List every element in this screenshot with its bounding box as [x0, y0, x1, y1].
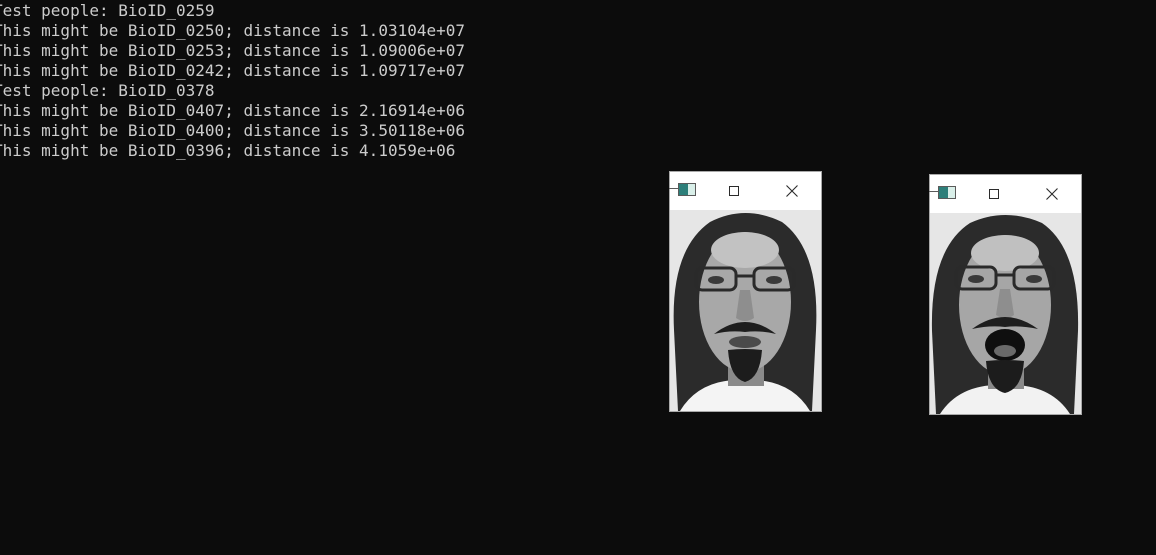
console-line: This might be BioID_0253; distance is 1.… [0, 41, 466, 60]
face-image [930, 213, 1081, 414]
face-photo [670, 210, 821, 411]
app-icon[interactable] [669, 183, 696, 196]
maximize-icon [989, 189, 999, 199]
maximize-icon [729, 186, 739, 196]
image-window-2[interactable] [929, 174, 1082, 415]
console-line: This might be BioID_0396; distance is 4.… [0, 141, 456, 160]
console-output: Test people: BioID_0259 This might be Bio… [0, 1, 465, 161]
maximize-button[interactable] [983, 183, 1005, 205]
image-window-1[interactable] [669, 171, 822, 412]
face-image [670, 210, 821, 411]
console-line: This might be BioID_0407; distance is 2.… [0, 101, 466, 120]
console-line: This might be BioID_0242; distance is 1.… [0, 61, 466, 80]
close-button[interactable] [781, 180, 803, 202]
app-icon[interactable] [929, 186, 956, 199]
console-line: This might be BioID_0400; distance is 3.… [0, 121, 466, 140]
close-icon [786, 185, 798, 197]
close-icon [1046, 188, 1058, 200]
close-button[interactable] [1041, 183, 1063, 205]
title-bar[interactable] [929, 175, 1081, 213]
console-line: This might be BioID_0250; distance is 1.… [0, 21, 466, 40]
console-line: Test people: BioID_0259 [0, 1, 215, 20]
console-line: Test people: BioID_0378 [0, 81, 215, 100]
maximize-button[interactable] [723, 180, 745, 202]
title-bar[interactable] [669, 172, 821, 210]
face-photo [930, 213, 1081, 414]
